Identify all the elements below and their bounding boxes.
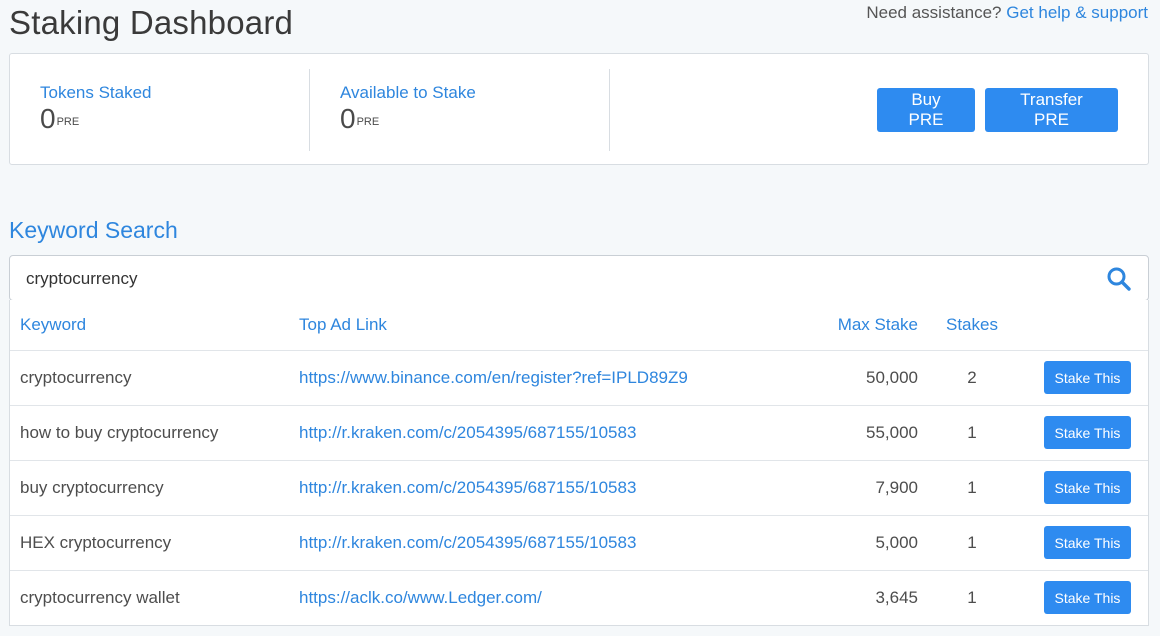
keyword-search-title: Keyword Search	[9, 217, 178, 243]
keyword-cell: cryptocurrency	[10, 350, 289, 406]
table-header-row: Keyword Top Ad Link Max Stake Stakes	[10, 300, 1148, 351]
stake-this-button[interactable]: Stake This	[1044, 416, 1131, 449]
col-header-keyword[interactable]: Keyword	[10, 300, 289, 351]
col-header-max-stake[interactable]: Max Stake	[789, 300, 918, 351]
stake-this-button[interactable]: Stake This	[1044, 526, 1131, 559]
keyword-cell: HEX cryptocurrency	[10, 515, 289, 571]
tokens-staked-amount: 0	[40, 103, 56, 134]
stake-this-button[interactable]: Stake This	[1044, 581, 1131, 615]
tokens-staked-stat: Tokens Staked 0PRE	[10, 69, 310, 151]
top-ad-link-cell: http://r.kraken.com/c/2054395/687155/105…	[289, 405, 789, 461]
available-value: 0PRE	[340, 105, 609, 133]
max-stake-cell: 55,000	[789, 405, 918, 461]
help-prefix: Need assistance?	[866, 3, 1002, 22]
top-ad-link[interactable]: http://r.kraken.com/c/2054395/687155/105…	[299, 423, 636, 442]
table-row: how to buy cryptocurrency http://r.kraken…	[10, 405, 1148, 461]
keyword-cell: how to buy cryptocurrency	[10, 405, 289, 461]
tokens-staked-label: Tokens Staked	[40, 83, 152, 102]
max-stake-cell: 5,000	[789, 515, 918, 571]
available-stat: Available to Stake 0PRE	[310, 69, 610, 151]
max-stake-cell: 3,645	[875, 587, 918, 607]
help-text: Need assistance? Get help & support	[866, 3, 1148, 23]
action-cell: Stake This	[1026, 405, 1148, 461]
max-stake-cell: 50,000	[789, 350, 918, 406]
table-row: HEX cryptocurrency http://r.kraken.com/c/…	[10, 515, 1148, 571]
keyword-cell: cryptocurrency wallet	[20, 587, 180, 607]
search-box	[9, 255, 1149, 301]
table-body: cryptocurrency https://www.binance.com/en…	[10, 350, 1148, 625]
stakes-cell: 1	[967, 587, 977, 607]
col-header-action	[1026, 300, 1148, 351]
tokens-staked-unit: PRE	[56, 116, 80, 128]
table-row: cryptocurrency wallet https://aclk.co/www…	[10, 570, 1148, 625]
search-input[interactable]	[24, 266, 1084, 292]
top-ad-link-cell: https://aclk.co/www.Ledger.com/	[289, 570, 789, 625]
action-cell: Stake This	[1026, 515, 1148, 571]
stakes-cell: 1	[918, 515, 1026, 571]
stakes-cell: 1	[918, 460, 1026, 516]
top-ad-link-cell: http://r.kraken.com/c/2054395/687155/105…	[289, 460, 789, 516]
stake-this-button[interactable]: Stake This	[1044, 361, 1131, 394]
top-ad-link[interactable]: https://www.binance.com/en/register?ref=…	[299, 368, 688, 387]
keyword-table-wrap: Keyword Top Ad Link Max Stake Stakes cry…	[9, 300, 1149, 626]
available-amount: 0	[340, 103, 356, 134]
page-title: Staking Dashboard	[9, 4, 294, 41]
tokens-staked-value: 0PRE	[40, 105, 309, 133]
table-row: buy cryptocurrency http://r.kraken.com/c/…	[10, 460, 1148, 516]
action-cell: Stake This	[1026, 350, 1148, 406]
top-ad-link-cell: https://www.binance.com/en/register?ref=…	[289, 350, 789, 406]
top-ad-link[interactable]: https://aclk.co/www.Ledger.com/	[299, 588, 542, 607]
table-row: cryptocurrency https://www.binance.com/en…	[10, 350, 1148, 406]
top-ad-link[interactable]: http://r.kraken.com/c/2054395/687155/105…	[299, 478, 636, 497]
stakes-cell: 1	[918, 405, 1026, 461]
keyword-cell: buy cryptocurrency	[10, 460, 289, 516]
top-ad-link[interactable]: http://r.kraken.com/c/2054395/687155/105…	[299, 533, 636, 552]
available-label: Available to Stake	[340, 83, 476, 102]
available-unit: PRE	[356, 116, 380, 128]
buy-pre-button[interactable]: Buy PRE	[877, 88, 975, 132]
help-support-link[interactable]: Get help & support	[1006, 3, 1148, 22]
stakes-cell: 2	[918, 350, 1026, 406]
col-header-top-ad-link[interactable]: Top Ad Link	[289, 300, 789, 351]
search-icon[interactable]	[1106, 266, 1132, 292]
keyword-table: Keyword Top Ad Link Max Stake Stakes cry…	[10, 300, 1148, 625]
stake-this-button[interactable]: Stake This	[1044, 471, 1131, 504]
action-cell: Stake This	[1026, 570, 1148, 625]
top-ad-link-cell: http://r.kraken.com/c/2054395/687155/105…	[289, 515, 789, 571]
max-stake-cell: 7,900	[789, 460, 918, 516]
action-cell: Stake This	[1026, 460, 1148, 516]
col-header-stakes[interactable]: Stakes	[918, 300, 1026, 351]
transfer-pre-button[interactable]: Transfer PRE	[985, 88, 1118, 132]
stats-card: Tokens Staked 0PRE Available to Stake 0P…	[9, 53, 1149, 165]
